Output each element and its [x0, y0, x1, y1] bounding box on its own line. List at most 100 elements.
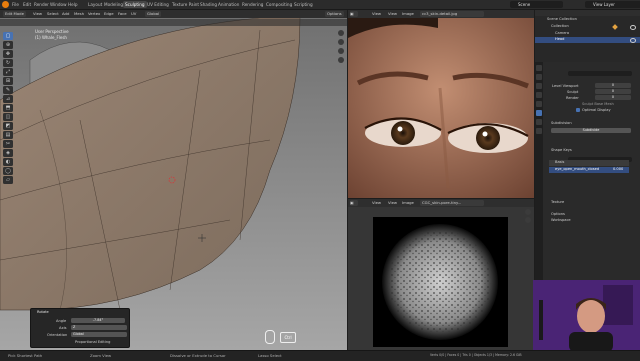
- inset-icon[interactable]: ◫: [3, 113, 13, 121]
- menu-edit[interactable]: Edit: [23, 1, 31, 8]
- menu-mesh[interactable]: Mesh: [74, 11, 84, 17]
- object-tab-icon[interactable]: [536, 101, 542, 107]
- tab-uv-editing[interactable]: UV Editing: [147, 1, 169, 8]
- data-tab-icon[interactable]: [536, 119, 542, 125]
- visibility-icon[interactable]: [630, 38, 636, 43]
- orientation-field[interactable]: Global: [71, 332, 127, 337]
- tab-scripting[interactable]: Scripting: [294, 1, 313, 8]
- image-name-field[interactable]: cc3_skin-detail.jpg: [420, 11, 484, 17]
- shape-key-mouth-row[interactable]: eye_open_mouth_closed 0.000: [549, 167, 629, 173]
- menu-file[interactable]: File: [12, 1, 19, 8]
- render-tab-icon[interactable]: [536, 74, 542, 80]
- loop-cut-icon[interactable]: ▤: [3, 131, 13, 139]
- scene-tab-icon[interactable]: [536, 92, 542, 98]
- tab-rendering[interactable]: Rendering: [242, 1, 263, 8]
- view-layer-selector[interactable]: View Layer: [585, 1, 640, 8]
- subdivide-button[interactable]: Subdivide: [551, 128, 631, 133]
- tab-animation[interactable]: Animation: [218, 1, 239, 8]
- move-icon[interactable]: ✥: [3, 50, 13, 58]
- axis-field[interactable]: Z: [71, 325, 127, 330]
- menu-edge[interactable]: Edge: [104, 11, 114, 17]
- annotate-icon[interactable]: ✎: [3, 86, 13, 94]
- outliner-item-camera[interactable]: Camera: [555, 31, 569, 35]
- shear-icon[interactable]: ▱: [3, 176, 13, 184]
- menu-vertex[interactable]: Vertex: [88, 11, 100, 17]
- menu-view-2[interactable]: View: [388, 11, 397, 17]
- tab-compositing[interactable]: Compositing: [266, 1, 292, 8]
- proportional-editing-checkbox[interactable]: Proportional Editing: [75, 340, 110, 344]
- texture-header[interactable]: Texture: [551, 200, 564, 204]
- poly-build-icon[interactable]: ◈: [3, 149, 13, 157]
- menu-render[interactable]: Render: [34, 1, 49, 8]
- tab-modeling[interactable]: Modeling: [104, 1, 123, 8]
- optimal-display-checkbox-icon[interactable]: [576, 108, 580, 112]
- scene-selector[interactable]: Scene: [510, 1, 563, 8]
- shape-key-basis-row[interactable]: Basis: [549, 160, 629, 166]
- menu-view[interactable]: View: [372, 11, 381, 17]
- tab-shading[interactable]: Shading: [200, 1, 217, 8]
- zoom-icon[interactable]: [525, 209, 531, 215]
- tab-texture-paint[interactable]: Texture Paint: [172, 1, 199, 8]
- menu-window[interactable]: Window: [50, 1, 67, 8]
- camera-icon[interactable]: [338, 48, 344, 54]
- orientation-selector[interactable]: Global: [145, 11, 162, 17]
- options-header[interactable]: Options: [551, 212, 565, 216]
- image-editor-bottom[interactable]: ▣ View View Image CGC_skin-pore-tiny...: [348, 199, 534, 350]
- tab-sculpting[interactable]: Sculpting: [123, 1, 147, 8]
- outliner[interactable]: Scene Collection Collection Camera Head: [535, 10, 640, 62]
- menu-view[interactable]: View: [33, 11, 42, 17]
- workspace-header[interactable]: Workspace: [551, 218, 571, 222]
- menu-view-2[interactable]: View: [388, 200, 397, 206]
- output-tab-icon[interactable]: [536, 83, 542, 89]
- measure-icon[interactable]: ⊿: [3, 95, 13, 103]
- menu-view[interactable]: View: [372, 200, 381, 206]
- render-level-field[interactable]: 0: [595, 95, 631, 100]
- image-editor-top[interactable]: ▣ View View Image cc3_skin-detail.jpg: [348, 10, 534, 198]
- redo-panel[interactable]: Rotate Angle -7.84° Axis Z Orientation G…: [30, 308, 130, 348]
- blender-logo-icon[interactable]: [2, 1, 9, 8]
- properties-search[interactable]: [568, 71, 632, 76]
- options-dropdown[interactable]: Options: [325, 11, 344, 17]
- redo-panel-title[interactable]: Rotate: [37, 310, 49, 314]
- menu-add[interactable]: Add: [62, 11, 69, 17]
- menu-help[interactable]: Help: [68, 1, 78, 8]
- grid-icon[interactable]: [338, 57, 344, 63]
- menu-image[interactable]: Image: [402, 200, 414, 206]
- knife-icon[interactable]: ✂: [3, 140, 13, 148]
- spin-icon[interactable]: ◐: [3, 158, 13, 166]
- extrude-icon[interactable]: ⬒: [3, 104, 13, 112]
- angle-field[interactable]: -7.84°: [71, 318, 125, 323]
- level-viewport-field[interactable]: 0: [595, 83, 631, 88]
- scale-icon[interactable]: ⤢: [3, 68, 13, 76]
- tab-layout[interactable]: Layout: [88, 1, 102, 8]
- select-box-icon[interactable]: ▢: [3, 32, 13, 40]
- outliner-item-head-row[interactable]: Head: [535, 37, 640, 43]
- mesh-canvas[interactable]: [0, 10, 347, 350]
- shape-key-value[interactable]: 0.000: [613, 167, 623, 171]
- smooth-icon[interactable]: ◯: [3, 167, 13, 175]
- cursor-icon[interactable]: ⊕: [3, 41, 13, 49]
- zoom-icon[interactable]: [338, 30, 344, 36]
- sculpt-level-field[interactable]: 0: [595, 89, 631, 94]
- sculpt-base-mesh-checkbox[interactable]: Sculpt Base Mesh: [582, 102, 614, 106]
- bevel-icon[interactable]: ◩: [3, 122, 13, 130]
- material-tab-icon[interactable]: [536, 128, 542, 134]
- subdivision-header[interactable]: Subdivision: [551, 121, 572, 125]
- menu-select[interactable]: Select: [47, 11, 59, 17]
- image-name-field[interactable]: CGC_skin-pore-tiny...: [420, 200, 484, 206]
- editor-type-icon[interactable]: ▣: [350, 200, 358, 206]
- menu-face[interactable]: Face: [118, 11, 127, 17]
- menu-uv[interactable]: UV: [131, 11, 136, 17]
- pan-icon[interactable]: [338, 39, 344, 45]
- shape-keys-header[interactable]: Shape Keys: [551, 148, 572, 152]
- tool-tab-icon[interactable]: [536, 65, 542, 71]
- rotate-icon[interactable]: ↻: [3, 59, 13, 67]
- menu-image[interactable]: Image: [402, 11, 414, 17]
- editor-type-icon[interactable]: ▣: [350, 11, 358, 17]
- pan-icon[interactable]: [525, 217, 531, 223]
- modifier-tab-icon[interactable]: [536, 110, 542, 116]
- visibility-icon[interactable]: [630, 25, 636, 30]
- mode-selector[interactable]: Edit Mode: [3, 11, 26, 17]
- transform-icon[interactable]: ⊞: [3, 77, 13, 85]
- outliner-item-collection[interactable]: Collection: [551, 24, 569, 28]
